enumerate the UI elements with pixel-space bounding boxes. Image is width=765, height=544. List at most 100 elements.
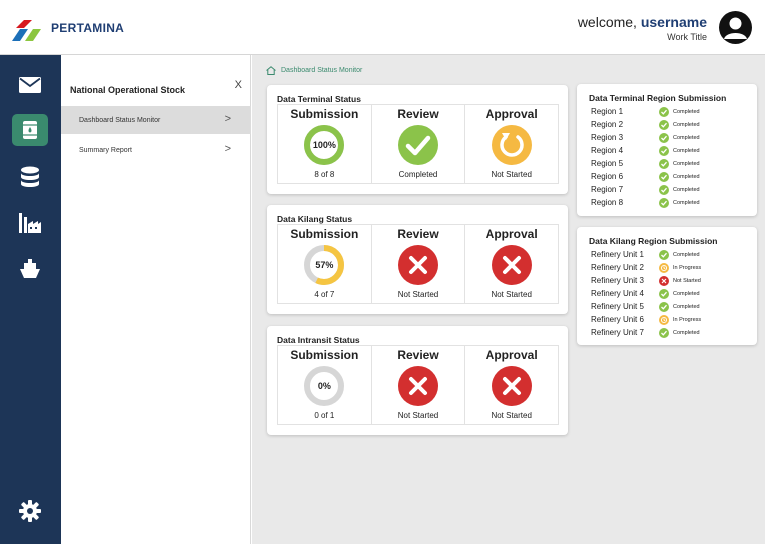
region-name: Refinery Unit 2 — [591, 263, 644, 272]
submission-label: Submission — [290, 107, 359, 121]
work-title: Work Title — [667, 32, 707, 42]
progress-percent: 57% — [315, 260, 334, 270]
region-status: Completed — [673, 186, 700, 193]
approval-cell[interactable]: Approval Not Started — [464, 346, 558, 424]
region-card-title: Data Terminal Region Submission — [589, 93, 727, 103]
database-icon — [21, 166, 39, 187]
status-card: Data Terminal Status Submission 100% 8 of 8… — [267, 85, 568, 194]
region-row[interactable]: Refinery Unit 6 In Progress — [591, 313, 751, 326]
oil-barrel-icon — [23, 121, 37, 139]
region-row[interactable]: Region 1 Completed — [591, 105, 751, 118]
review-label: Review — [397, 227, 439, 241]
progress-percent: 100% — [312, 140, 336, 150]
approval-cell[interactable]: Approval Not Started — [464, 105, 558, 183]
region-row[interactable]: Region 2 Completed — [591, 118, 751, 131]
approval-cell[interactable]: Approval Not Started — [464, 225, 558, 303]
status-card: Data Kilang Status Submission 57% 4 of 7 Rev… — [267, 205, 568, 314]
factory-icon — [19, 213, 41, 233]
breadcrumb[interactable]: Dashboard Status Monitor — [266, 66, 362, 75]
check-circle-icon — [659, 184, 669, 195]
region-row[interactable]: Region 7 Completed — [591, 183, 751, 196]
top-header: PERTAMINA welcome, username Work Title — [0, 0, 765, 55]
region-status: Completed — [673, 134, 700, 141]
submission-caption: 0 of 1 — [314, 411, 335, 420]
avatar[interactable] — [719, 11, 752, 44]
check-circle-icon — [659, 145, 669, 156]
brand-name: PERTAMINA — [51, 21, 125, 35]
region-row[interactable]: Refinery Unit 2 In Progress — [591, 261, 751, 274]
region-status: Completed — [673, 290, 700, 297]
region-name: Refinery Unit 1 — [591, 250, 644, 259]
check-icon — [398, 125, 438, 165]
check-circle-icon — [659, 301, 669, 312]
rail-mail[interactable] — [12, 69, 48, 101]
region-name: Refinery Unit 3 — [591, 276, 644, 285]
region-card: Data Terminal Region Submission Region 1 C… — [577, 84, 757, 216]
refresh-circle — [491, 125, 532, 165]
submission-cell[interactable]: Submission 100% 8 of 8 — [278, 105, 371, 183]
region-status: Completed — [673, 199, 700, 206]
rail-shipping[interactable] — [12, 253, 48, 285]
approval-graphic — [491, 124, 533, 166]
rail-database[interactable] — [12, 161, 48, 193]
review-label: Review — [397, 107, 439, 121]
submission-cell[interactable]: Submission 57% 4 of 7 — [278, 225, 371, 303]
sidebar-item-dashboard-status-monitor[interactable]: Dashboard Status Monitor > — [61, 106, 251, 134]
rail-refinery[interactable] — [12, 206, 48, 238]
secondary-sidebar: National Operational Stock X Dashboard S… — [61, 55, 251, 544]
chevron-right-icon: > — [224, 113, 231, 125]
approval-label: Approval — [485, 107, 538, 121]
region-row[interactable]: Refinery Unit 7 Completed — [591, 326, 751, 339]
status-card-title: Data Intransit Status — [277, 335, 360, 345]
region-status: In Progress — [673, 316, 702, 323]
region-status: In Progress — [673, 264, 702, 271]
status-card-title: Data Terminal Status — [277, 94, 361, 104]
region-card-title: Data Kilang Region Submission — [589, 236, 718, 246]
review-cell[interactable]: Review Completed — [370, 105, 465, 183]
check-circle-icon — [659, 119, 669, 130]
sidebar-item-summary-report[interactable]: Summary Report > — [61, 136, 251, 164]
region-name: Region 1 — [591, 107, 624, 116]
check-circle — [398, 125, 438, 165]
region-status: Completed — [673, 251, 700, 258]
region-row[interactable]: Refinery Unit 4 Completed — [591, 287, 751, 300]
region-name: Refinery Unit 7 — [591, 328, 644, 337]
sidebar-close-button[interactable]: X — [235, 79, 242, 91]
review-caption: Completed — [398, 170, 438, 179]
approval-graphic — [491, 365, 533, 407]
region-row[interactable]: Refinery Unit 3 Not Started — [591, 274, 751, 287]
check-circle-icon — [659, 327, 669, 338]
region-name: Region 7 — [591, 185, 624, 194]
region-row[interactable]: Refinery Unit 1 Completed — [591, 248, 751, 261]
review-graphic — [397, 124, 439, 166]
submission-graphic: 0% — [303, 365, 345, 407]
refresh-icon — [491, 125, 532, 165]
approval-caption: Not Started — [491, 170, 532, 179]
region-row[interactable]: Refinery Unit 5 Completed — [591, 300, 751, 313]
review-cell[interactable]: Review Not Started — [370, 225, 465, 303]
submission-graphic: 100% — [303, 124, 345, 166]
gear-icon — [19, 500, 41, 522]
review-graphic — [397, 365, 439, 407]
rail-oil-stock[interactable] — [12, 114, 48, 146]
review-cell[interactable]: Review Not Started — [370, 346, 465, 424]
region-row[interactable]: Region 8 Completed — [591, 196, 751, 209]
submission-caption: 8 of 8 — [314, 170, 335, 179]
main-content: Dashboard Status Monitor Data Terminal S… — [252, 55, 765, 544]
check-circle-icon — [659, 158, 669, 169]
region-row[interactable]: Region 3 Completed — [591, 131, 751, 144]
region-row[interactable]: Region 6 Completed — [591, 170, 751, 183]
review-label: Review — [397, 348, 439, 362]
ship-icon — [20, 259, 40, 278]
submission-cell[interactable]: Submission 0% 0 of 1 — [278, 346, 371, 424]
welcome-prefix: welcome, — [577, 14, 637, 30]
check-circle-icon — [659, 249, 669, 260]
region-row[interactable]: Region 4 Completed — [591, 144, 751, 157]
clock-icon — [659, 262, 669, 273]
status-cells: Submission 57% 4 of 7 Review Not Started Appr… — [277, 224, 559, 304]
rail-settings[interactable] — [12, 495, 48, 527]
region-row[interactable]: Region 5 Completed — [591, 157, 751, 170]
region-status: Completed — [673, 121, 700, 128]
pertamina-logo[interactable]: PERTAMINA — [12, 15, 124, 41]
check-circle-icon — [659, 171, 669, 182]
